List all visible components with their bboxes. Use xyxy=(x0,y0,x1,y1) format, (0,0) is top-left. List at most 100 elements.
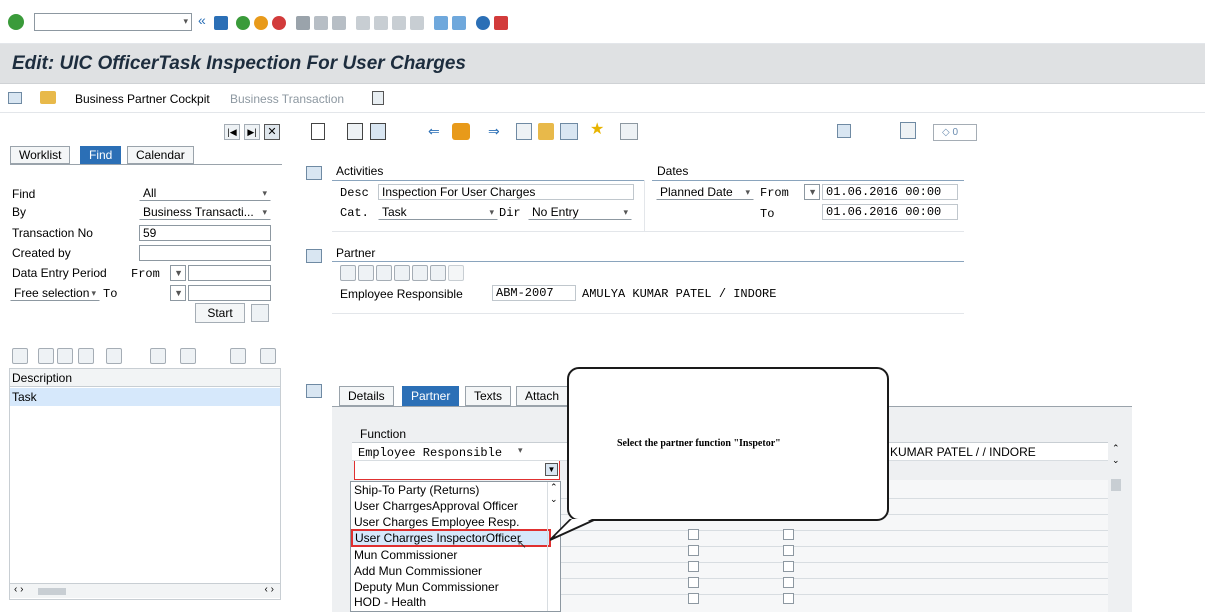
date-from-operator[interactable]: ▼ xyxy=(804,184,820,200)
export-list-icon[interactable] xyxy=(180,348,196,364)
print-icon[interactable] xyxy=(296,16,310,30)
counter-button[interactable]: ◇ 0 xyxy=(933,124,977,141)
period-from-operator[interactable]: ▼ xyxy=(170,265,186,281)
free-selection-select[interactable]: Free selection ▾ xyxy=(10,285,100,301)
details-icon[interactable] xyxy=(12,348,28,364)
dropdown-option[interactable]: Ship-To Party (Returns) xyxy=(354,483,479,497)
tab-partner[interactable]: Partner xyxy=(402,386,460,406)
find-next-icon[interactable] xyxy=(332,16,346,30)
new-document-icon[interactable] xyxy=(311,123,325,140)
date-to-input[interactable]: 01.06.2016 00:00 xyxy=(822,204,958,220)
first-entry-icon[interactable]: |◀ xyxy=(224,124,240,140)
hierarchy-icon[interactable] xyxy=(620,123,638,140)
details-collapse-icon[interactable] xyxy=(306,384,322,398)
partner-function-dropdown[interactable]: Ship-To Party (Returns) User CharrgesApp… xyxy=(350,481,561,612)
dropdown-option[interactable]: User CharrgesApproval Officer xyxy=(354,499,518,513)
employee-responsible-input[interactable]: ABM-2007 xyxy=(492,285,576,301)
edit-document-icon[interactable] xyxy=(370,123,386,140)
first-page-icon[interactable] xyxy=(356,16,370,30)
business-partner-cockpit-link[interactable]: Business Partner Cockpit xyxy=(75,92,210,106)
history-back-icon[interactable]: « xyxy=(198,12,206,28)
date-type-select[interactable]: Planned Date ▾ xyxy=(656,184,754,200)
tab-calendar[interactable]: Calendar xyxy=(127,146,194,164)
back-icon[interactable] xyxy=(236,16,250,30)
table-vertical-scrollbar[interactable]: ⌃ ⌄ xyxy=(1110,443,1123,612)
switch-icon[interactable] xyxy=(452,123,470,140)
help-icon[interactable] xyxy=(476,16,490,30)
cancel-icon[interactable] xyxy=(272,16,286,30)
calculator-icon[interactable] xyxy=(372,91,384,105)
partner-link-icon[interactable] xyxy=(448,265,464,281)
partner-search-icon[interactable] xyxy=(376,265,392,281)
trash-icon[interactable] xyxy=(251,304,269,322)
horizontal-scrollbar[interactable]: ‹ › ‹ › xyxy=(10,583,280,598)
relationship-checkbox[interactable] xyxy=(783,577,794,588)
function-input-active[interactable]: ▼ xyxy=(354,461,560,480)
save-icon[interactable] xyxy=(214,16,228,30)
period-to-operator[interactable]: ▼ xyxy=(170,285,186,301)
dropdown-open-icon[interactable]: ▼ xyxy=(545,463,558,476)
search-list-icon[interactable] xyxy=(230,348,246,364)
activities-collapse-icon[interactable] xyxy=(306,166,322,180)
print-list-icon[interactable] xyxy=(260,348,276,364)
transaction-no-input[interactable]: 59 xyxy=(139,225,271,241)
command-field[interactable]: ▾ xyxy=(34,13,192,31)
favorites-star-icon[interactable]: ★ xyxy=(590,121,608,139)
partner-details-icon[interactable] xyxy=(340,265,356,281)
pencil-icon[interactable] xyxy=(538,123,554,140)
relationship-checkbox[interactable] xyxy=(783,561,794,572)
exit-icon[interactable] xyxy=(254,16,268,30)
tab-worklist[interactable]: Worklist xyxy=(10,146,71,164)
partner-group-icon[interactable] xyxy=(394,265,410,281)
business-transaction-link[interactable]: Business Transaction xyxy=(230,92,344,106)
find-icon[interactable] xyxy=(314,16,328,30)
toggle-panel-icon[interactable] xyxy=(8,92,22,104)
cat-select[interactable]: Task ▾ xyxy=(378,204,498,220)
list-item[interactable]: Task xyxy=(10,388,280,406)
partner-copy-icon[interactable] xyxy=(412,265,428,281)
change-layout-icon[interactable] xyxy=(106,348,122,364)
dropdown-option[interactable]: Mun Commissioner xyxy=(354,548,457,562)
find-select[interactable]: All ▾ xyxy=(139,185,271,201)
dir-select[interactable]: No Entry ▾ xyxy=(528,204,632,220)
relationship-checkbox[interactable] xyxy=(783,545,794,556)
last-entry-icon[interactable]: ▶| xyxy=(244,124,260,140)
sort-descending-icon[interactable] xyxy=(57,348,73,364)
tab-attachments[interactable]: Attach xyxy=(516,386,568,406)
main-partner-checkbox[interactable] xyxy=(688,593,699,604)
main-partner-checkbox[interactable] xyxy=(688,545,699,556)
new-session-icon[interactable] xyxy=(434,16,448,30)
expand-area-icon[interactable] xyxy=(837,124,851,138)
layout-icon[interactable] xyxy=(494,16,508,30)
close-panel-icon[interactable]: ✕ xyxy=(264,124,280,140)
partner-filter-icon[interactable] xyxy=(430,265,446,281)
filter-icon[interactable] xyxy=(560,123,578,140)
partner-add-icon[interactable] xyxy=(358,265,374,281)
tab-texts[interactable]: Texts xyxy=(465,386,512,406)
dropdown-option[interactable]: Add Mun Commissioner xyxy=(354,564,482,578)
main-partner-checkbox[interactable] xyxy=(688,577,699,588)
date-from-input[interactable]: 01.06.2016 00:00 xyxy=(822,184,958,200)
last-page-icon[interactable] xyxy=(410,16,424,30)
shortcut-icon[interactable] xyxy=(452,16,466,30)
main-partner-checkbox[interactable] xyxy=(688,561,699,572)
enter-check-icon[interactable] xyxy=(8,14,24,30)
dropdown-option[interactable]: Deputy Mun Commissioner xyxy=(354,580,499,594)
filter-list-icon[interactable] xyxy=(78,348,94,364)
dropdown-option[interactable]: User Charges Employee Resp. xyxy=(354,515,519,529)
copy-document-icon[interactable] xyxy=(347,123,363,140)
relationship-checkbox[interactable] xyxy=(783,593,794,604)
previous-page-icon[interactable] xyxy=(374,16,388,30)
open-folder-icon[interactable] xyxy=(40,91,56,104)
main-partner-checkbox[interactable] xyxy=(688,529,699,540)
export-icon[interactable] xyxy=(900,122,916,139)
previous-arrow-icon[interactable]: ⇐ xyxy=(428,124,446,140)
period-from-input[interactable] xyxy=(188,265,271,281)
tab-find[interactable]: Find xyxy=(80,146,122,164)
add-favorite-icon[interactable] xyxy=(150,348,166,364)
partner-collapse-icon[interactable] xyxy=(306,249,322,263)
next-page-icon[interactable] xyxy=(392,16,406,30)
next-arrow-icon[interactable]: ⇒ xyxy=(488,124,506,140)
period-to-input[interactable] xyxy=(188,285,271,301)
desc-input[interactable]: Inspection For User Charges xyxy=(378,184,634,200)
